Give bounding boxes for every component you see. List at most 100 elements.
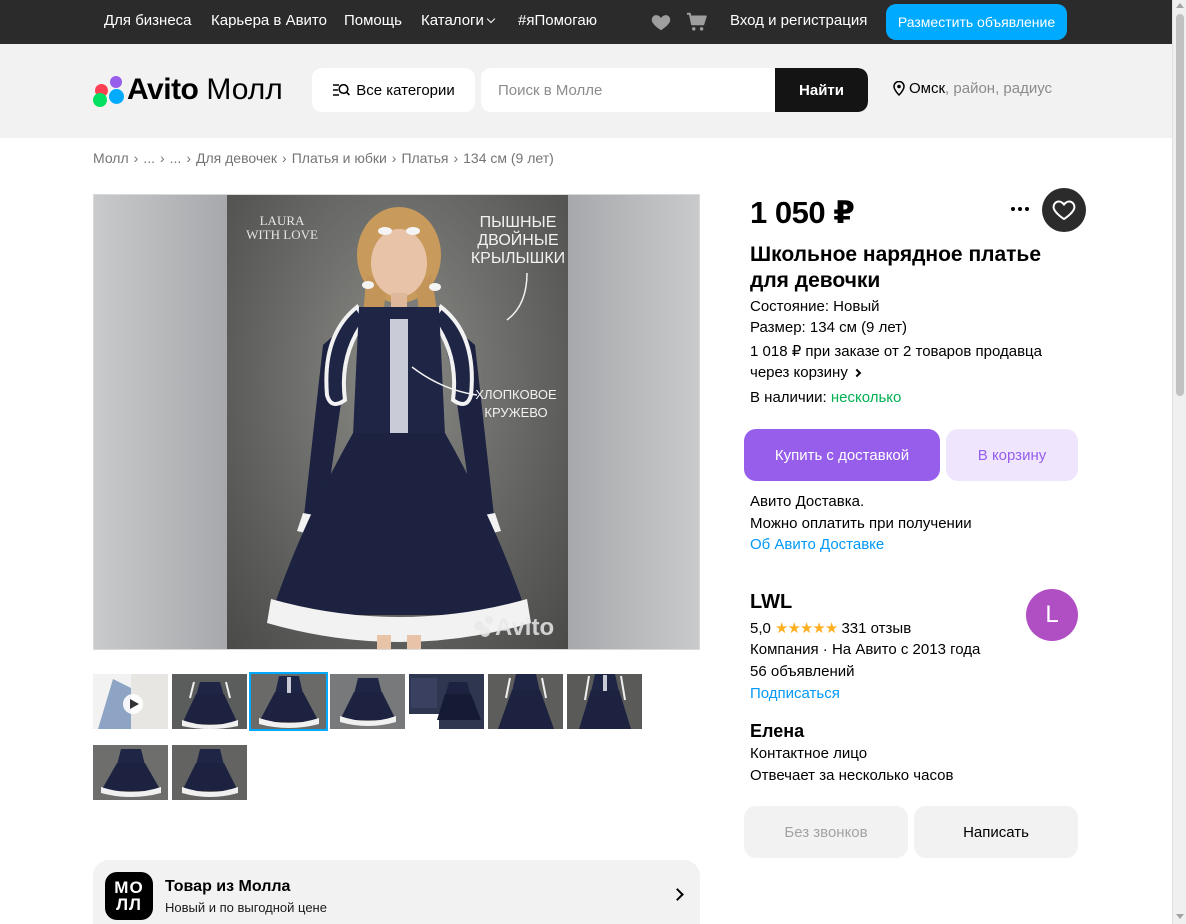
breadcrumb-item[interactable]: Платья — [401, 150, 448, 166]
thumbnail-active[interactable] — [249, 672, 328, 731]
thumbnail-video[interactable] — [93, 674, 168, 729]
chevron-down-icon — [486, 14, 496, 24]
delivery-info-line2: Можно оплатить при получении — [750, 515, 972, 532]
location-selector[interactable]: Омск, район, радиус — [893, 80, 1052, 97]
scroll-up-arrow-icon[interactable] — [1176, 3, 1184, 8]
site-header: Avito Молл Все категории Найти Омск, рай… — [0, 44, 1172, 138]
nav-link-business[interactable]: Для бизнеса — [104, 12, 192, 29]
chevron-right-icon — [852, 368, 862, 378]
caption-mid-line1: ХЛОПКОВОЕ — [475, 387, 557, 402]
all-categories-button[interactable]: Все категории — [312, 68, 475, 112]
cart-icon[interactable] — [686, 11, 708, 33]
thumbnail[interactable] — [172, 745, 247, 800]
subscribe-link[interactable]: Подписаться — [750, 685, 840, 702]
breadcrumb-item[interactable]: 134 см (9 лет) — [463, 150, 554, 166]
breadcrumb-item[interactable]: ... — [170, 150, 182, 166]
dress-illustration: LAURA WITH LOVE ПЫШНЫЕ ДВОЙНЫЕ КРЫЛЫШКИ … — [246, 207, 565, 649]
scroll-down-arrow-icon[interactable] — [1176, 914, 1184, 919]
chevron-right-icon — [671, 888, 684, 901]
breadcrumb-separator: › — [391, 150, 397, 166]
search-input[interactable] — [481, 68, 775, 112]
nav-link-career[interactable]: Карьера в Авито — [211, 12, 327, 29]
menu-search-icon — [333, 83, 351, 96]
product-price: 1 050 ₽ — [750, 195, 855, 230]
seller-name[interactable]: LWL — [750, 591, 792, 614]
availability-value: несколько — [830, 389, 902, 406]
favorite-button[interactable] — [1042, 188, 1086, 232]
seller-rating: 5,0 ★★★★★ 331 отзыв — [750, 619, 911, 637]
breadcrumb-separator: › — [133, 150, 139, 166]
login-link[interactable]: Вход и регистрация — [730, 12, 867, 29]
product-size: Размер: 134 см (9 лет) — [750, 319, 908, 336]
mall-banner[interactable]: МО ЛЛ Товар из Молла Новый и по выгодной… — [93, 860, 700, 924]
caption-top-line2: ДВОЙНЫЕ — [477, 230, 558, 249]
brand-overlay-line2: WITH LOVE — [246, 227, 318, 242]
thumbnail-image — [330, 674, 405, 729]
mall-logo-line2: ЛЛ — [116, 895, 142, 914]
location-city: Омск — [909, 80, 946, 97]
breadcrumb-item[interactable]: ... — [143, 150, 155, 166]
avito-mall-logo[interactable]: Avito Молл — [93, 72, 283, 108]
heart-outline-icon — [1052, 200, 1076, 221]
breadcrumb-separator: › — [186, 150, 191, 166]
write-message-button[interactable]: Написать — [914, 806, 1078, 858]
thumbnail[interactable] — [330, 674, 405, 729]
delivery-info-link[interactable]: Об Авито Доставке — [750, 536, 884, 553]
seller-company: Компания · На Авито с 2013 года — [750, 641, 981, 658]
add-to-cart-button[interactable]: В корзину — [946, 429, 1078, 481]
logo-dots-icon — [93, 74, 125, 107]
thumbnail-image — [409, 674, 484, 729]
rating-value: 5,0 — [750, 620, 771, 637]
thumbnail[interactable] — [93, 745, 168, 800]
breadcrumb-separator: › — [453, 150, 459, 166]
reviews-link[interactable]: 331 отзыв — [841, 620, 911, 637]
scrollbar-thumb[interactable] — [1176, 14, 1184, 396]
page-scrollbar[interactable] — [1172, 0, 1186, 924]
top-navigation-bar: Для бизнеса Карьера в Авито Помощь Катал… — [0, 0, 1172, 44]
nav-link-i-help[interactable]: #яПомогаю — [518, 12, 597, 29]
availability: В наличии: несколько — [750, 389, 901, 406]
breadcrumb-separator: › — [282, 150, 287, 166]
thumbnail[interactable] — [172, 674, 247, 729]
logo-brand-text: Avito — [127, 73, 199, 106]
logo-suffix-text: Молл — [206, 73, 283, 106]
thumbnail-image — [488, 674, 563, 729]
heart-icon[interactable] — [650, 11, 672, 33]
thumbnail[interactable] — [488, 674, 563, 729]
location-pin-icon — [893, 81, 905, 96]
mall-logo: МО ЛЛ — [105, 872, 153, 920]
bulk-discount-link[interactable]: через корзину — [750, 364, 862, 381]
nav-link-catalogs[interactable]: Каталоги — [421, 12, 496, 29]
rating-stars-icon: ★★★★★ — [775, 620, 838, 637]
availability-label: В наличии: — [750, 389, 827, 406]
nav-link-help[interactable]: Помощь — [344, 12, 402, 29]
bulk-discount-link-label: через корзину — [750, 364, 848, 381]
photo-blur-right — [567, 195, 699, 649]
breadcrumb-item[interactable]: Для девочек — [196, 150, 277, 166]
mall-banner-title: Товар из Молла — [165, 878, 291, 895]
delivery-info-line1: Авито Доставка. — [750, 493, 865, 510]
more-options-icon[interactable] — [1006, 198, 1034, 220]
breadcrumb: Молл › ... › ... › Для девочек › Платья и юб… — [93, 150, 554, 166]
product-title: Школьное нарядное платье для девочки — [750, 243, 1042, 292]
main-product-photo[interactable]: LAURA WITH LOVE ПЫШНЫЕ ДВОЙНЫЕ КРЫЛЫШКИ … — [93, 194, 700, 650]
bulk-discount-text: 1 018 ₽ при заказе от 2 товаров продавца — [750, 343, 1042, 360]
thumbnail-image — [93, 745, 168, 800]
thumbnail-image — [172, 745, 247, 800]
response-time: Отвечает за несколько часов — [750, 767, 954, 784]
mall-banner-subtitle: Новый и по выгодной цене — [165, 900, 327, 915]
seller-listings[interactable]: 56 объявлений — [750, 663, 855, 680]
buy-with-delivery-button[interactable]: Купить с доставкой — [744, 429, 940, 481]
seller-avatar[interactable]: L — [1026, 589, 1078, 641]
thumbnail-image — [98, 674, 168, 729]
search-button[interactable]: Найти — [775, 68, 868, 112]
caption-top-line1: ПЫШНЫЕ — [480, 214, 557, 231]
photo-blur-left — [94, 195, 228, 649]
breadcrumb-item[interactable]: Молл — [93, 150, 129, 166]
post-ad-button[interactable]: Разместить объявление — [886, 4, 1067, 40]
breadcrumb-separator: › — [159, 150, 165, 166]
thumbnail[interactable] — [567, 674, 642, 729]
thumbnail[interactable] — [409, 674, 484, 729]
breadcrumb-item[interactable]: Платья и юбки — [292, 150, 387, 166]
caption-top-line3: КРЫЛЫШКИ — [471, 250, 565, 267]
